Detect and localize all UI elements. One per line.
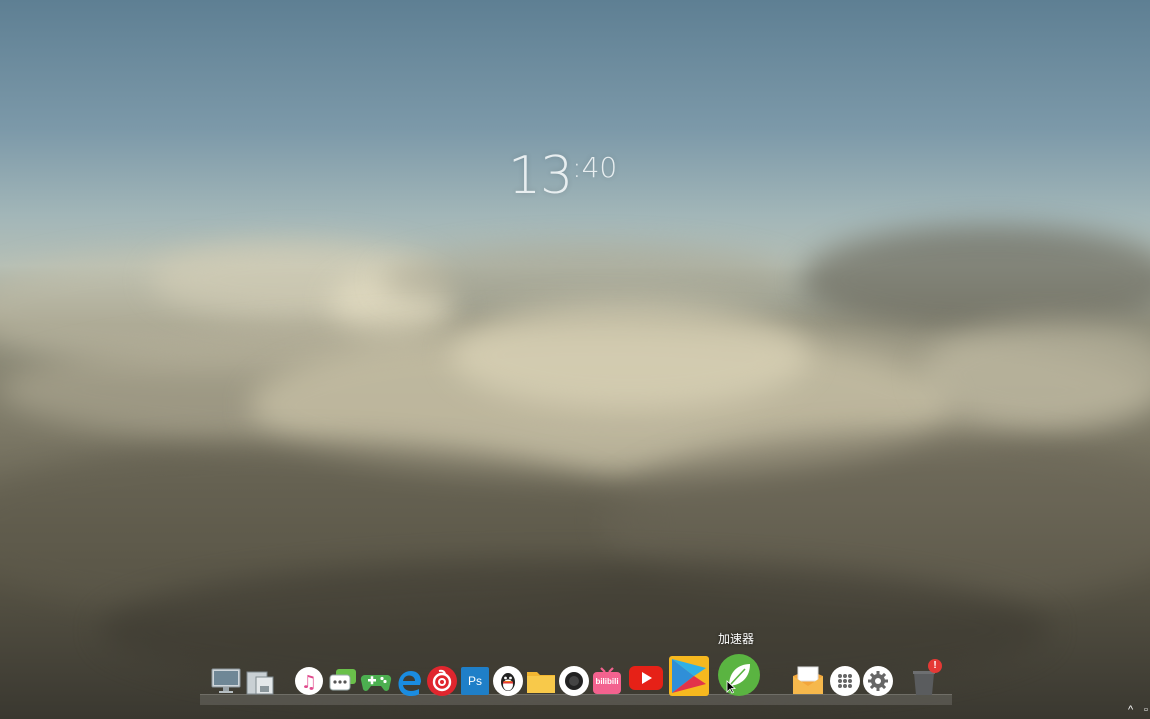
dock-trash-icon[interactable]: ! xyxy=(908,659,942,697)
dock-settings-gear-icon[interactable] xyxy=(862,665,894,697)
dock-record-icon[interactable] xyxy=(558,665,590,697)
dock-photoshop-icon[interactable]: Ps xyxy=(459,665,491,697)
dock-accelerator-leaf-icon[interactable] xyxy=(717,653,761,697)
dock-app-launcher-icon[interactable] xyxy=(829,665,861,697)
photoshop-label: Ps xyxy=(467,674,482,688)
dock-tooltip: 加速器 xyxy=(718,632,755,646)
dock-bilibili-icon[interactable]: bilibili xyxy=(591,665,623,697)
dock-gamepad-icon[interactable] xyxy=(360,665,392,697)
dock-chat-icon[interactable] xyxy=(327,665,359,697)
bilibili-label: bilibili xyxy=(595,677,619,686)
dock-netease-music-icon[interactable] xyxy=(426,665,458,697)
tray-edge-icon: ▫ xyxy=(1144,704,1148,716)
dock-edge-browser-icon[interactable] xyxy=(393,665,425,697)
desktop-clock: 13:40 xyxy=(508,150,617,202)
dock-qq-penguin-icon[interactable] xyxy=(492,665,524,697)
dock-monitor-icon[interactable] xyxy=(210,665,242,697)
tray-chevron-icon[interactable]: ^ xyxy=(1128,704,1133,716)
dock-folder-icon[interactable] xyxy=(525,665,557,697)
dock-file-manager-icon[interactable] xyxy=(244,665,276,697)
svg-text:♫: ♫ xyxy=(301,672,317,693)
trash-badge: ! xyxy=(928,659,942,673)
clock-hour: 13 xyxy=(508,146,573,206)
dock-youtube-icon[interactable] xyxy=(628,662,664,694)
mouse-cursor-icon xyxy=(726,680,737,699)
clock-minute: :40 xyxy=(572,151,618,184)
dock-music-icon[interactable]: ♫ xyxy=(293,665,325,697)
desktop-wallpaper: 13:40 加速器 ♫ Ps bilibili ! ^ ▫ xyxy=(0,0,1150,719)
dock-mail-box-icon[interactable] xyxy=(791,662,825,696)
dock-play-store-icon[interactable] xyxy=(668,655,710,697)
